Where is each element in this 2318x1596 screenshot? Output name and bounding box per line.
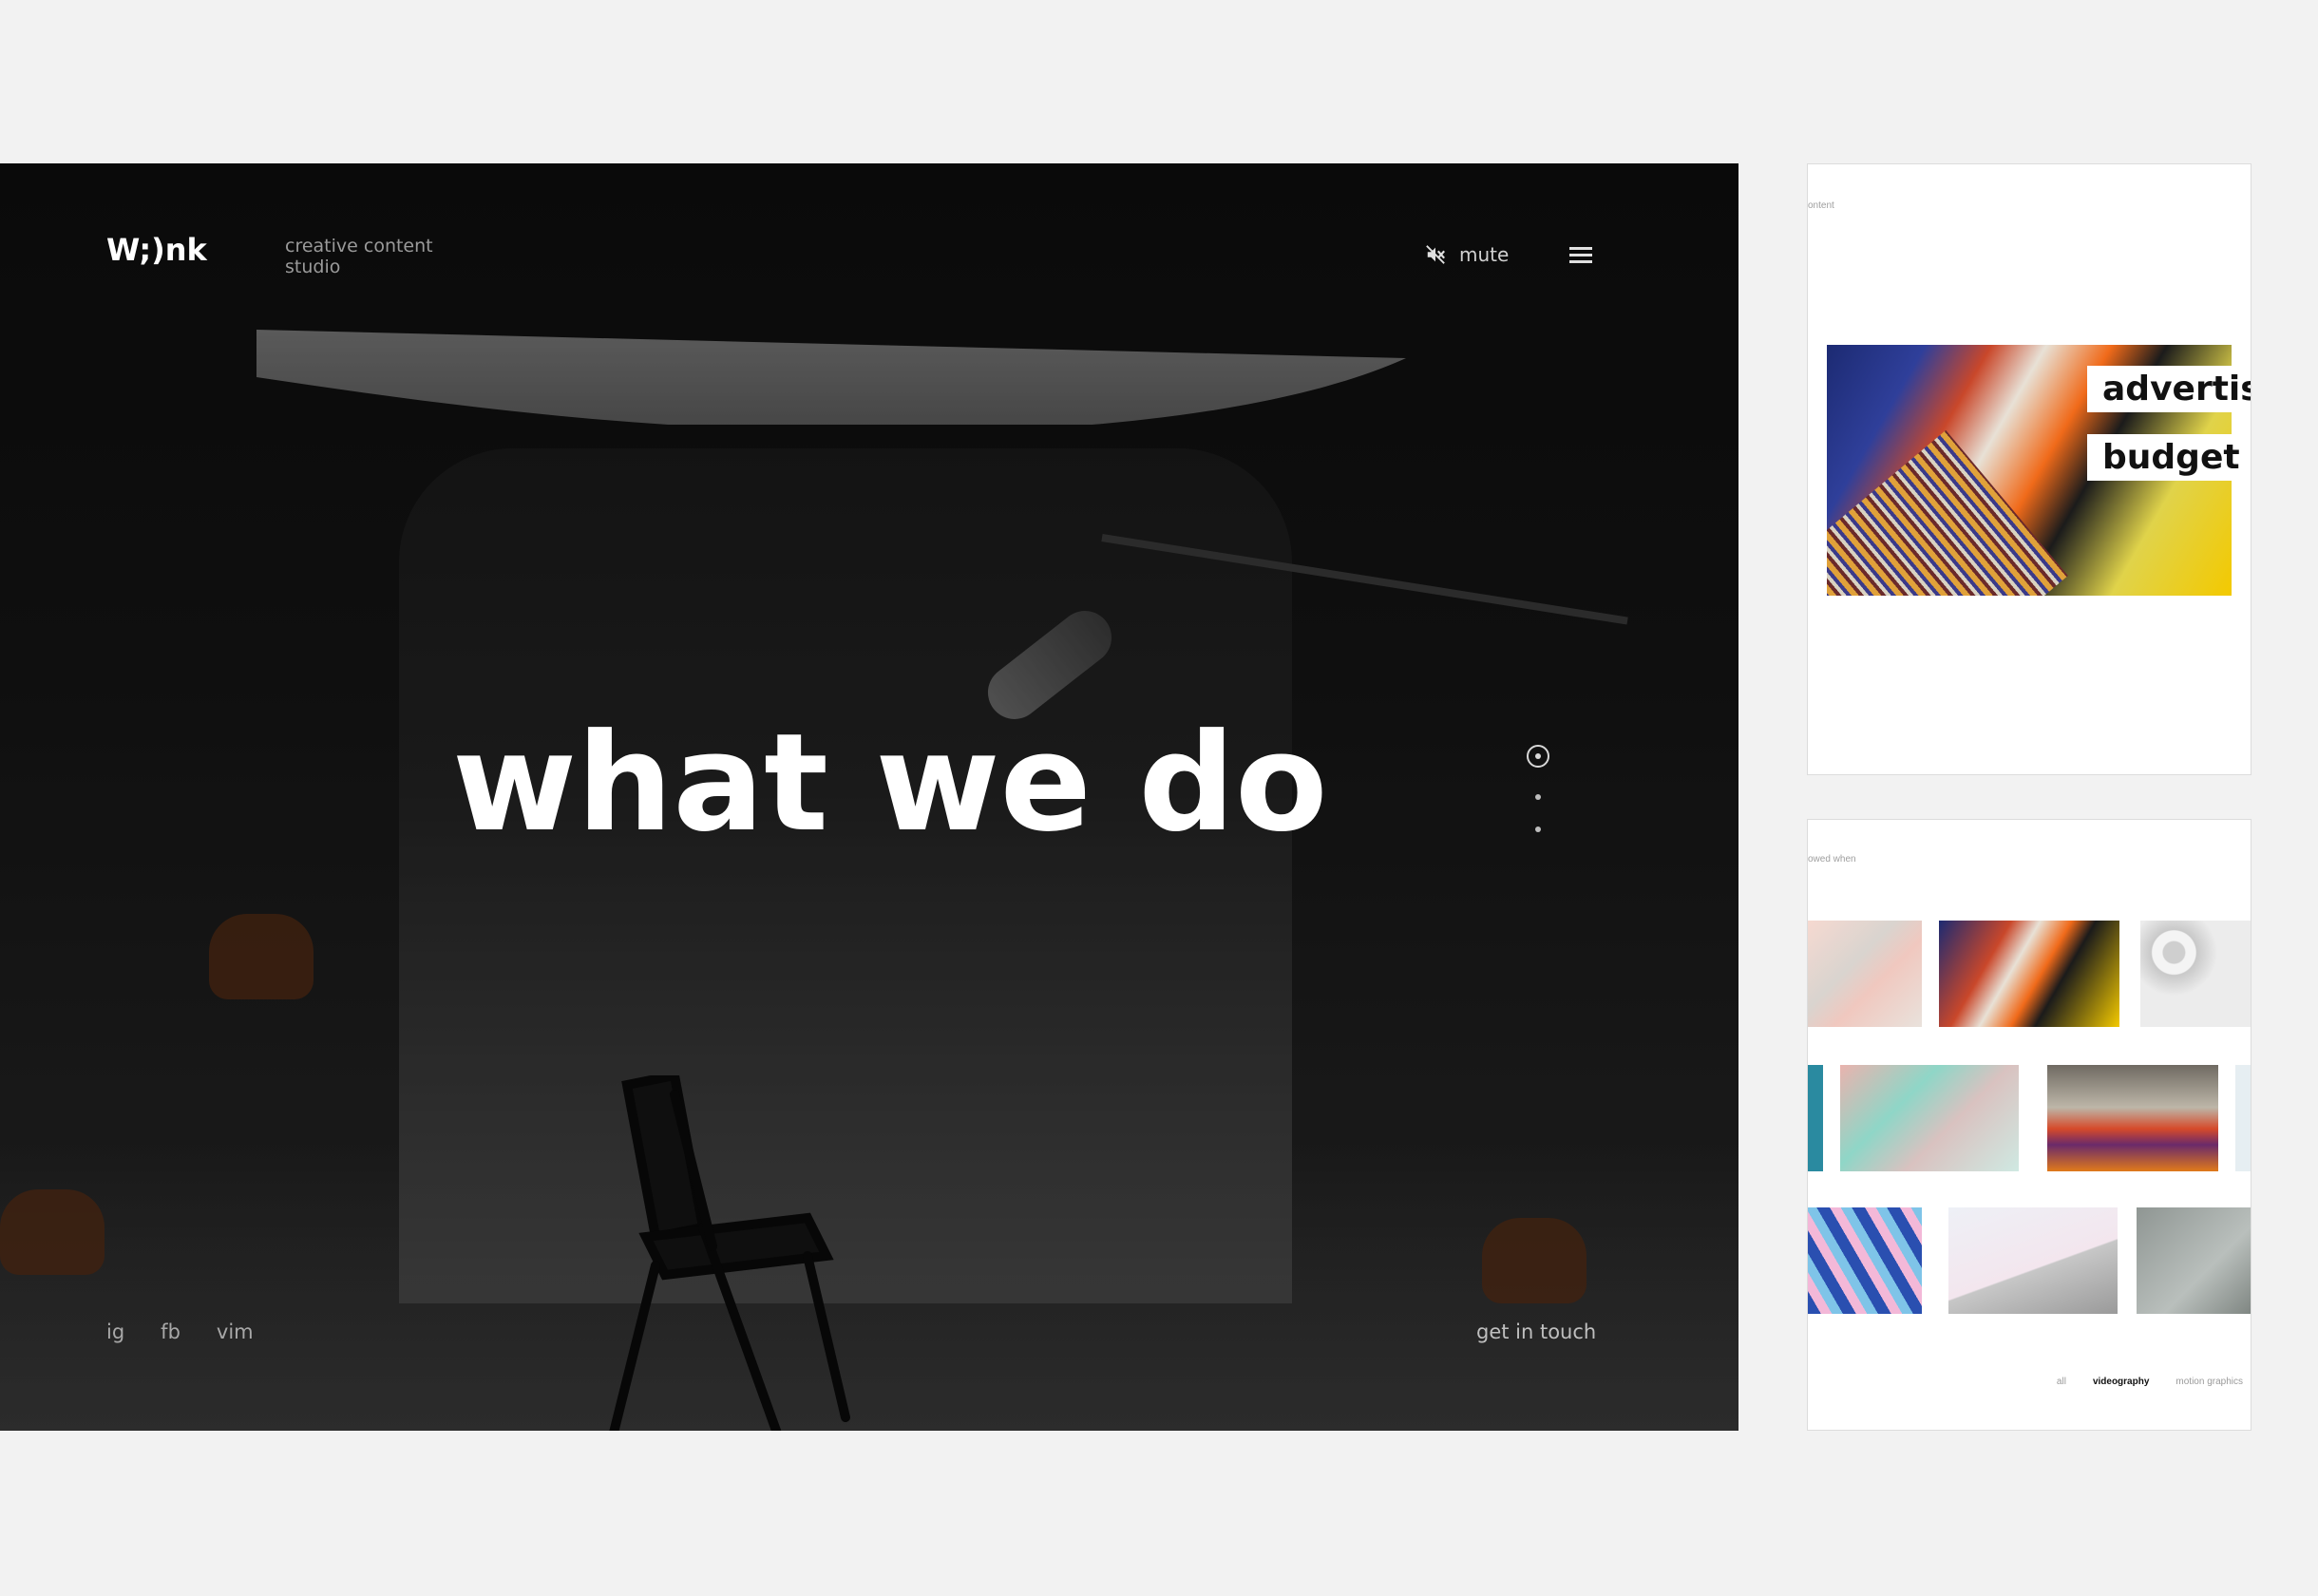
portfolio-tile[interactable] [2235, 1065, 2251, 1171]
filter-all[interactable]: all [2057, 1377, 2066, 1387]
social-link-vim[interactable]: vim [217, 1320, 254, 1343]
mute-toggle[interactable]: mute [1425, 243, 1509, 266]
speaker-muted-icon [1426, 245, 1445, 264]
social-link-ig[interactable]: ig [106, 1320, 124, 1343]
category-filters: all videography motion graphics [2057, 1377, 2243, 1387]
portfolio-tile[interactable] [2137, 1207, 2251, 1314]
portfolio-tile[interactable] [1808, 1207, 1922, 1314]
mute-label: mute [1459, 243, 1510, 266]
slide-pagination [1524, 745, 1552, 849]
portfolio-tile[interactable] [2140, 921, 2251, 1027]
slide-dot[interactable] [1535, 826, 1541, 832]
get-in-touch-link[interactable]: get in touch [1476, 1320, 1596, 1343]
filter-motion-graphics[interactable]: motion graphics [2176, 1377, 2243, 1387]
hero-screen: W;)nk creative content studio mute what … [0, 163, 1738, 1431]
portfolio-tile[interactable] [1808, 921, 1922, 1027]
feature-label-line-1: advertis [2087, 366, 2251, 412]
filter-videography[interactable]: videography [2093, 1377, 2149, 1387]
collage-stripes [1827, 429, 2068, 596]
portfolio-tile[interactable] [1808, 1065, 1823, 1171]
preview-card-advertising: ontent advertis budget [1807, 163, 2252, 775]
preview-caption: owed when [1808, 854, 1856, 864]
feature-label-line-2: budget [2087, 434, 2251, 481]
social-links: ig fb vim [106, 1320, 254, 1343]
portfolio-tile[interactable] [1948, 1207, 2118, 1314]
preview-caption: ontent [1808, 200, 1834, 211]
tagline-line-1: creative content [285, 236, 433, 256]
portfolio-tile[interactable] [1939, 921, 2119, 1027]
hamburger-menu-icon[interactable] [1569, 247, 1592, 264]
hero-headline: what we do [452, 705, 1328, 862]
tagline-line-2: studio [285, 256, 341, 277]
portfolio-tile[interactable] [1840, 1065, 2019, 1171]
slide-dot-active[interactable] [1527, 745, 1549, 768]
brand-tagline: creative content studio [285, 236, 475, 277]
preview-card-portfolio-grid: owed when all videography motion graphic… [1807, 819, 2252, 1431]
slide-dot[interactable] [1535, 794, 1541, 800]
portfolio-tile[interactable] [2047, 1065, 2218, 1171]
social-link-fb[interactable]: fb [161, 1320, 180, 1343]
wink-logo[interactable]: W;)nk [106, 232, 207, 268]
